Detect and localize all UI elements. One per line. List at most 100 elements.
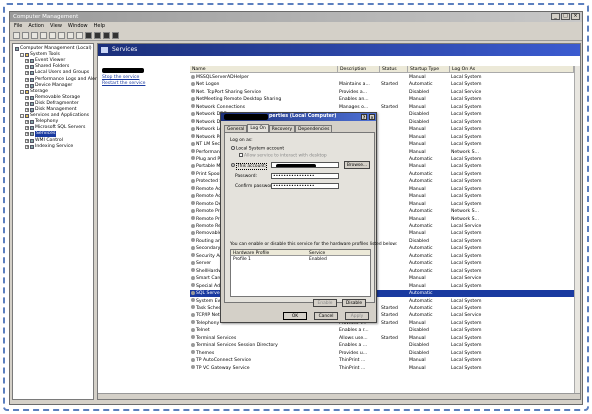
expand-toggle-icon[interactable]: + [25, 71, 29, 76]
column-startup-type[interactable]: Startup Type [408, 66, 450, 73]
expand-toggle-icon[interactable]: + [25, 138, 29, 143]
column-description[interactable]: Description [338, 66, 380, 73]
enable-button[interactable]: Enable [313, 299, 337, 307]
service-row[interactable]: MSSQLServerADHelper Manual Local System [190, 74, 580, 81]
local-system-option[interactable]: Local System account [231, 146, 284, 152]
restart-service-link[interactable]: Restart the service [102, 81, 145, 86]
tree-item[interactable]: + Local Users and Groups [25, 70, 89, 76]
help-icon[interactable] [76, 32, 83, 39]
service-status-cell [380, 350, 408, 357]
service-row[interactable]: NetMeeting Remote Desktop Sharing Enables… [190, 96, 580, 103]
tree-item[interactable]: + Disk Defragmenter [25, 101, 79, 107]
password-field[interactable]: •••••••••••••••• [271, 173, 339, 179]
service-status-cell [380, 365, 408, 372]
export-icon[interactable] [67, 32, 74, 39]
service-name-text: TP VC Gateway Service [196, 365, 250, 371]
play-icon[interactable] [85, 32, 92, 39]
tree-item[interactable]: + Microsoft SQL Servers [25, 125, 85, 131]
minimize-button[interactable]: _ [551, 13, 560, 20]
tree-item[interactable]: + Services [25, 131, 57, 138]
this-account-radio[interactable] [231, 163, 235, 167]
menu-help[interactable]: Help [94, 22, 105, 31]
tree-item[interactable]: + Device Manager [25, 83, 72, 89]
tree-item[interactable]: + Indexing Service [25, 144, 73, 150]
expand-toggle-icon[interactable]: - [20, 89, 24, 94]
tree-item[interactable]: - Storage [20, 89, 48, 95]
forward-icon[interactable] [22, 32, 29, 39]
menu-window[interactable]: Window [68, 22, 88, 31]
service-row[interactable]: TP AutoConnect Service ThinPrint ... Manua… [190, 357, 580, 364]
maximize-button[interactable]: □ [561, 13, 570, 20]
service-name-text: Net Logon [196, 82, 220, 88]
dialog-close-button[interactable]: × [369, 114, 375, 120]
expand-toggle-icon[interactable]: + [25, 59, 29, 64]
restart-icon[interactable] [112, 32, 119, 39]
service-status-cell: Started [381, 104, 398, 110]
back-icon[interactable] [13, 32, 20, 39]
expand-toggle-icon[interactable]: + [25, 120, 29, 125]
account-field[interactable] [271, 162, 339, 168]
browse-button[interactable]: Browse... [344, 161, 370, 169]
expand-toggle-icon[interactable]: + [25, 65, 29, 70]
cancel-button[interactable]: Cancel [314, 312, 338, 320]
apply-button[interactable]: Apply [345, 312, 369, 320]
refresh-icon[interactable] [58, 32, 65, 39]
properties-icon[interactable] [49, 32, 56, 39]
up-icon[interactable] [31, 32, 38, 39]
show-hide-tree-icon[interactable] [40, 32, 47, 39]
disable-button[interactable]: Disable [342, 299, 366, 307]
tab-log-on[interactable]: Log On [247, 124, 269, 132]
expand-toggle-icon[interactable]: + [25, 132, 29, 137]
expand-toggle-icon[interactable]: + [25, 108, 29, 112]
vertical-scrollbar[interactable] [574, 66, 580, 398]
service-row[interactable]: Telnet Enables a r... Disabled Local System [190, 327, 580, 334]
stop-icon[interactable] [94, 32, 101, 39]
service-name-text: MSSQLServerADHelper [196, 75, 249, 80]
stop-service-link[interactable]: Stop the service [102, 75, 139, 80]
menu-action[interactable]: Action [28, 22, 44, 31]
menu-view[interactable]: View [50, 22, 62, 31]
service-row[interactable]: Terminal Services Session Directory Enabl… [190, 342, 580, 349]
hw-col-profile[interactable]: Hardware Profile [233, 251, 269, 256]
dialog-titlebar[interactable]: perties (Local Computer) ? × [221, 113, 376, 121]
close-button[interactable]: × [571, 13, 580, 20]
allow-interact-checkbox[interactable] [239, 153, 243, 157]
confirm-password-label: Confirm password: [235, 184, 277, 189]
expand-toggle-icon[interactable]: - [20, 114, 24, 119]
service-row[interactable]: Themes Provides u... Disabled Local System [190, 350, 580, 357]
this-account-option[interactable]: This account: [231, 162, 268, 170]
hw-col-service[interactable]: Service [309, 251, 325, 256]
service-row[interactable]: Terminal Services Allows use... Started Man… [190, 335, 580, 342]
help-button[interactable]: ? [361, 114, 367, 120]
pause-icon[interactable] [103, 32, 110, 39]
expand-toggle-icon[interactable]: + [25, 101, 29, 106]
tree-item[interactable]: + Removable Storage [25, 95, 80, 101]
expand-toggle-icon[interactable]: + [25, 144, 29, 149]
tree-item[interactable]: + WMI Control [25, 138, 63, 144]
service-row[interactable]: TP VC Gateway Service ThinPrint ... Manual… [190, 365, 580, 372]
allow-interact-option[interactable]: Allow service to interact with desktop [239, 153, 327, 159]
window-titlebar[interactable]: Computer Management _ □ × [10, 12, 582, 22]
ok-button[interactable]: OK [283, 312, 307, 320]
expand-toggle-icon[interactable]: + [25, 83, 29, 88]
confirm-password-field[interactable]: •••••••••••••••• [271, 183, 339, 189]
column-log-on-as[interactable]: Log On As [450, 66, 574, 73]
tab-dependencies[interactable]: Dependencies [295, 125, 333, 132]
expand-toggle-icon[interactable]: + [25, 77, 29, 82]
expand-toggle-icon[interactable]: - [20, 53, 24, 58]
menu-file[interactable]: File [14, 22, 22, 31]
hw-profile-row[interactable]: Profile 1 Enabled [231, 256, 370, 262]
expand-toggle-icon[interactable]: + [25, 95, 29, 100]
service-row[interactable]: Net Logon Maintains a... Started Automatic L… [190, 81, 580, 88]
tab-recovery[interactable]: Recovery [268, 125, 296, 132]
column-status[interactable]: Status [380, 66, 408, 73]
service-row[interactable]: Network Connections Manages o... Started Ma… [190, 104, 580, 111]
gear-icon [191, 126, 195, 131]
tree-item[interactable]: + Performance Logs and Alerts [25, 77, 101, 83]
local-system-radio[interactable] [231, 146, 235, 150]
service-name-text: Server [196, 261, 212, 267]
service-row[interactable]: Net. TcpPort Sharing Service Provides a..… [190, 89, 580, 96]
column-name[interactable]: Name [190, 66, 338, 73]
expand-toggle-icon[interactable]: + [25, 126, 29, 131]
tab-general[interactable]: General [224, 125, 248, 132]
